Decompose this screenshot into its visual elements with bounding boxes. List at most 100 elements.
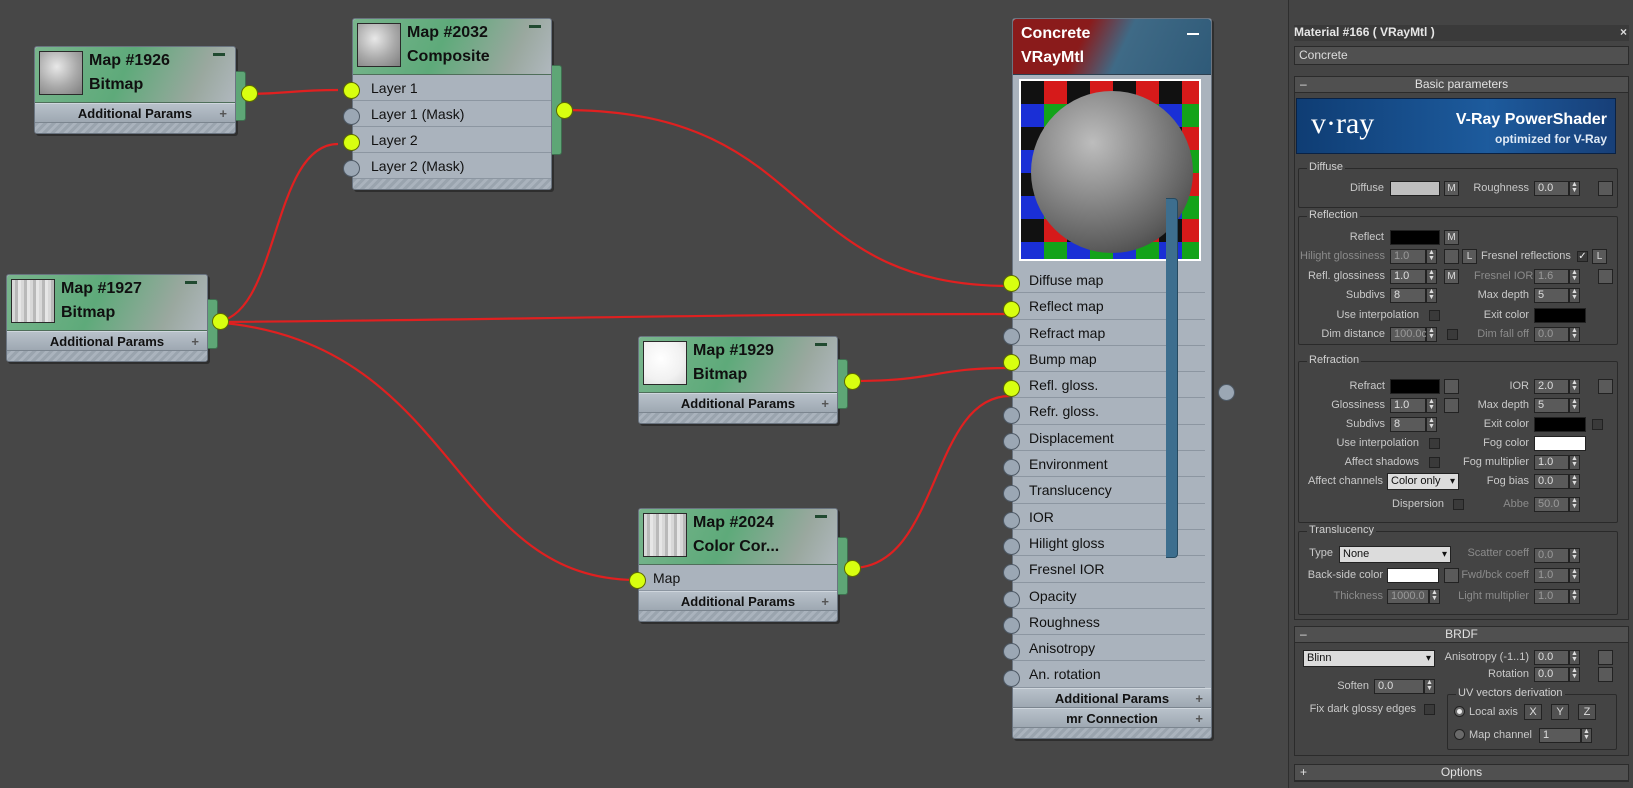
spinner-arrows[interactable]: ▲ ▼ — [1569, 667, 1580, 682]
fresnel-ior-map-button[interactable] — [1598, 269, 1613, 284]
spinner-arrows[interactable]: ▲ ▼ — [1569, 269, 1580, 284]
slot-map[interactable]: Map — [639, 565, 837, 591]
slot-layer-1[interactable]: Layer 1 — [353, 75, 551, 101]
input-socket-roughness[interactable] — [1003, 616, 1020, 634]
hilight-map-button[interactable] — [1444, 249, 1459, 264]
input-socket-map[interactable] — [629, 572, 646, 589]
input-socket-layer-2[interactable] — [343, 134, 360, 151]
spinner-arrows[interactable]: ▲ ▼ — [1569, 548, 1580, 563]
spinner-arrows[interactable]: ▲ ▼ — [1569, 589, 1580, 604]
output-socket[interactable] — [844, 560, 861, 577]
light-multiplier-spinner[interactable]: 1.0 ▲ ▼ — [1534, 589, 1580, 604]
spinner-arrows[interactable]: ▲ ▼ — [1426, 288, 1437, 303]
translucency-type-dropdown[interactable]: None — [1339, 546, 1451, 563]
resize-grip[interactable] — [35, 123, 235, 133]
resize-grip[interactable] — [1013, 727, 1211, 738]
affect-channels-dropdown[interactable]: Color only — [1387, 473, 1459, 490]
collapse-icon[interactable] — [185, 281, 197, 284]
spinner-arrows[interactable]: ▲ ▼ — [1426, 327, 1437, 342]
hilight-glossiness-spinner[interactable]: 1.0 ▲ ▼ — [1390, 249, 1437, 264]
axis-x-button[interactable]: X — [1524, 704, 1542, 720]
input-socket-an-rotation[interactable] — [1003, 669, 1020, 687]
dispersion-checkbox[interactable] — [1453, 499, 1464, 510]
slot-layer-2[interactable]: Layer 2 — [353, 127, 551, 153]
node-header[interactable]: Map #2032 Composite — [353, 19, 551, 75]
material-header[interactable]: Concrete VRayMtl — [1013, 19, 1211, 75]
node-header[interactable]: Map #1927 Bitmap — [7, 275, 207, 331]
brdf-type-dropdown[interactable]: Blinn — [1303, 650, 1435, 667]
additional-params-rollout[interactable]: Additional Params + — [35, 103, 235, 123]
ior-map-button[interactable] — [1598, 379, 1613, 394]
diffuse-color-swatch[interactable] — [1390, 181, 1440, 196]
input-socket-layer-2-mask[interactable] — [343, 160, 360, 177]
collapse-icon[interactable] — [213, 53, 225, 56]
refr-exit-color-checkbox[interactable] — [1592, 419, 1603, 430]
spinner-arrows[interactable]: ▲ ▼ — [1569, 379, 1580, 394]
node-editor-canvas[interactable]: Map #1926 Bitmap Additional Params + Map … — [0, 0, 1288, 788]
spinner-arrows[interactable]: ▲ ▼ — [1426, 417, 1437, 432]
scatter-coeff-spinner[interactable]: 0.0 ▲ ▼ — [1534, 548, 1580, 563]
spinner-arrows[interactable]: ▲ ▼ — [1569, 474, 1580, 489]
fog-color-swatch[interactable] — [1534, 436, 1586, 451]
refract-map-button[interactable] — [1444, 379, 1459, 394]
spinner-arrows[interactable]: ▲ ▼ — [1426, 398, 1437, 413]
refl-glossiness-map-button[interactable]: M — [1444, 269, 1459, 284]
node-map-2032[interactable]: Map #2032 Composite Layer 1 Layer 1 (Mas… — [343, 18, 573, 190]
refr-use-interpolation-checkbox[interactable] — [1429, 438, 1440, 449]
exit-color-swatch[interactable] — [1534, 308, 1586, 323]
spinner-arrows[interactable]: ▲ ▼ — [1426, 269, 1437, 284]
resize-grip[interactable] — [639, 611, 837, 621]
abbe-spinner[interactable]: 50.0 ▲ ▼ — [1534, 497, 1580, 512]
fog-bias-spinner[interactable]: 0.0 ▲ ▼ — [1534, 474, 1580, 489]
refract-color-swatch[interactable] — [1390, 379, 1440, 394]
input-socket-diffuse-map[interactable] — [1003, 275, 1020, 292]
spinner-arrows[interactable]: ▲ ▼ — [1426, 249, 1437, 264]
hilight-lock-button[interactable]: L — [1462, 249, 1477, 264]
output-socket[interactable] — [844, 373, 861, 390]
material-slot-an-rotation[interactable]: An. rotation — [1013, 661, 1205, 688]
dim-falloff-spinner[interactable]: 0.0 ▲ ▼ — [1534, 327, 1580, 342]
local-axis-radio[interactable] — [1454, 706, 1465, 717]
affect-shadows-checkbox[interactable] — [1429, 457, 1440, 468]
material-slot-fresnel-ior[interactable]: Fresnel IOR — [1013, 556, 1205, 583]
additional-params-rollout[interactable]: Additional Params + — [1013, 687, 1211, 708]
brdf-header[interactable]: – BRDF — [1295, 627, 1628, 643]
refr-subdivs-spinner[interactable]: 8 ▲ ▼ — [1390, 417, 1437, 432]
axis-y-button[interactable]: Y — [1551, 704, 1569, 720]
spinner-arrows[interactable]: ▲ ▼ — [1569, 398, 1580, 413]
map-channel-spinner[interactable]: 1 ▲ ▼ — [1539, 728, 1592, 743]
input-socket-displacement[interactable] — [1003, 432, 1020, 450]
node-map-1927[interactable]: Map #1927 Bitmap Additional Params + — [6, 274, 229, 362]
collapse-icon[interactable] — [815, 515, 827, 518]
material-name-field[interactable]: Concrete — [1294, 46, 1629, 65]
options-header[interactable]: + Options — [1295, 765, 1628, 781]
resize-grip[interactable] — [353, 179, 551, 189]
anisotropy-map-button[interactable] — [1598, 650, 1613, 665]
node-map-1929[interactable]: Map #1929 Bitmap Additional Params + — [638, 336, 861, 424]
input-socket-ior[interactable] — [1003, 511, 1020, 529]
node-header[interactable]: Map #1926 Bitmap — [35, 47, 235, 103]
slot-layer-1-mask[interactable]: Layer 1 (Mask) — [353, 101, 551, 127]
close-icon[interactable]: × — [1620, 25, 1627, 39]
material-slot-roughness[interactable]: Roughness — [1013, 609, 1205, 636]
spinner-arrows[interactable]: ▲ ▼ — [1429, 589, 1440, 604]
spinner-arrows[interactable]: ▲ ▼ — [1569, 455, 1580, 470]
rotation-spinner[interactable]: 0.0 ▲ ▼ — [1534, 667, 1580, 682]
spinner-arrows[interactable]: ▲ ▼ — [1569, 650, 1580, 665]
axis-z-button[interactable]: Z — [1578, 704, 1596, 720]
spinner-arrows[interactable]: ▲ ▼ — [1569, 288, 1580, 303]
additional-params-rollout[interactable]: Additional Params + — [7, 331, 207, 351]
mr-connection-rollout[interactable]: mr Connection + — [1013, 707, 1211, 728]
dim-distance-checkbox[interactable] — [1447, 329, 1458, 340]
input-socket-refr-gloss[interactable] — [1003, 406, 1020, 424]
input-socket-bump-map[interactable] — [1003, 353, 1020, 371]
spinner-arrows[interactable]: ▲ ▼ — [1569, 327, 1580, 342]
thickness-spinner[interactable]: 1000.0 ▲ ▼ — [1387, 589, 1440, 604]
dim-distance-spinner[interactable]: 100.0c ▲ ▼ — [1390, 327, 1437, 342]
map-channel-radio[interactable] — [1454, 729, 1465, 740]
material-slot-opacity[interactable]: Opacity — [1013, 583, 1205, 609]
soften-spinner[interactable]: 0.0 ▲ ▼ — [1374, 679, 1435, 694]
material-slot-anisotropy[interactable]: Anisotropy — [1013, 635, 1205, 662]
glossiness-spinner[interactable]: 1.0 ▲ ▼ — [1390, 398, 1437, 413]
spinner-arrows[interactable]: ▲ ▼ — [1581, 728, 1592, 743]
